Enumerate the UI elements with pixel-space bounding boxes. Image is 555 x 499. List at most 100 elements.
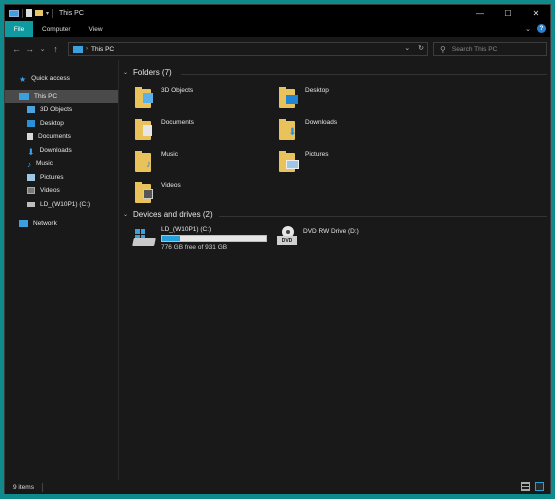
drive-usage-fill	[162, 236, 180, 241]
search-icon: ⚲	[440, 44, 446, 54]
tab-computer[interactable]: Computer	[33, 21, 80, 37]
music-icon: ♪	[146, 158, 151, 170]
maximize-button[interactable]: ☐	[494, 5, 522, 21]
drives-group-header[interactable]: ⌄ Devices and drives (2)	[123, 210, 213, 219]
search-input[interactable]: Search This PC	[452, 46, 497, 53]
folder-label: Videos	[161, 182, 181, 189]
folder-icon: ♪	[133, 149, 157, 173]
dvd-drive-icon: DVD	[277, 226, 299, 248]
documents-icon	[27, 133, 33, 140]
cube-icon	[27, 106, 35, 113]
address-actions: ⌄ ↻	[404, 44, 424, 52]
computer-icon[interactable]	[9, 9, 19, 17]
status-bar: 9 items	[5, 480, 550, 494]
view-switcher	[521, 482, 544, 491]
tab-view[interactable]: View	[80, 21, 112, 37]
folder-label: Desktop	[305, 87, 329, 94]
group-title: Folders (7)	[133, 68, 172, 77]
videos-icon	[143, 189, 153, 199]
sidebar-item-3d-objects[interactable]: 3D Objects	[5, 103, 118, 116]
network-icon	[19, 220, 28, 227]
folder-icon	[133, 117, 157, 141]
folder-3d-objects[interactable]: 3D Objects	[133, 85, 273, 113]
sidebar-item-local-disk[interactable]: LD_(W10P1) (C:)	[5, 198, 118, 211]
minimize-button[interactable]: —	[466, 5, 494, 21]
sidebar-item-label: Desktop	[40, 120, 64, 127]
drive-c[interactable]: LD_(W10P1) (C:) 776 GB free of 931 GB	[132, 226, 273, 252]
large-icons-view-icon[interactable]	[535, 482, 544, 491]
sidebar-item-desktop[interactable]: Desktop	[5, 117, 118, 130]
drive-label: LD_(W10P1) (C:)	[161, 226, 212, 233]
sidebar-item-downloads[interactable]: ⬇ Downloads	[5, 144, 118, 157]
close-button[interactable]: ✕	[522, 5, 550, 21]
folder-downloads[interactable]: ⬇ Downloads	[277, 117, 417, 145]
recent-locations-button[interactable]: ⌄	[37, 45, 48, 53]
group-title: Devices and drives (2)	[133, 210, 213, 219]
quick-access-toolbar: ▾	[5, 8, 54, 18]
drive-label: DVD RW Drive (D:)	[303, 228, 359, 235]
collapse-chevron-icon[interactable]: ⌄	[123, 69, 128, 76]
sidebar-item-label: Downloads	[39, 147, 72, 154]
sidebar-item-quick-access[interactable]: ★ Quick access	[5, 72, 118, 85]
navigation-pane: ★ Quick access This PC 3D Objects Deskto…	[5, 60, 118, 480]
search-box[interactable]: ⚲ Search This PC	[433, 42, 547, 56]
properties-icon[interactable]	[26, 9, 32, 17]
desktop-icon	[27, 120, 35, 127]
sidebar-item-this-pc[interactable]: This PC	[5, 90, 118, 103]
forward-button[interactable]: →	[24, 44, 35, 54]
title-bar: ▾ This PC — ☐ ✕	[5, 5, 550, 21]
navigation-bar: ← → ⌄ ↑ › This PC ⌄ ↻ ⚲ Search This PC	[5, 37, 550, 60]
download-icon: ⬇	[288, 126, 297, 138]
chevron-down-icon[interactable]: ⌄	[525, 25, 531, 33]
computer-icon	[73, 45, 83, 53]
tab-file[interactable]: File	[5, 21, 33, 37]
up-button[interactable]: ↑	[50, 44, 61, 54]
sidebar-item-label: This PC	[34, 93, 58, 100]
details-view-icon[interactable]	[521, 482, 530, 491]
sidebar-item-label: Quick access	[31, 75, 70, 82]
sidebar-item-label: Network	[33, 220, 57, 227]
breadcrumb-separator-icon[interactable]: ›	[86, 46, 88, 52]
content-area: ⌄ Folders (7) 3D Objects Desktop Documen…	[119, 60, 551, 480]
help-icon[interactable]: ?	[537, 24, 546, 33]
sidebar-item-label: Music	[36, 160, 53, 167]
sidebar-item-pictures[interactable]: Pictures	[5, 171, 118, 184]
refresh-icon[interactable]: ↻	[418, 44, 424, 52]
sidebar-item-music[interactable]: ♪ Music	[5, 157, 118, 170]
back-button[interactable]: ←	[11, 44, 22, 54]
sidebar-item-network[interactable]: Network	[5, 217, 118, 230]
folder-documents[interactable]: Documents	[133, 117, 273, 145]
explorer-window: ▾ This PC — ☐ ✕ File Computer View ⌄ ? ←…	[4, 4, 551, 494]
toolbar-divider	[22, 8, 23, 18]
sidebar-item-label: LD_(W10P1) (C:)	[40, 201, 91, 208]
drive-icon	[27, 202, 35, 207]
folder-videos[interactable]: Videos	[133, 180, 273, 208]
address-dropdown-icon[interactable]: ⌄	[404, 44, 410, 52]
folder-music[interactable]: ♪ Music	[133, 149, 273, 177]
group-divider	[181, 74, 547, 75]
folders-group-header[interactable]: ⌄ Folders (7)	[123, 68, 172, 77]
new-folder-icon[interactable]	[35, 10, 43, 16]
dvd-badge: DVD	[277, 236, 297, 245]
sidebar-item-label: Pictures	[40, 174, 64, 181]
folder-icon: ⬇	[277, 117, 301, 141]
drive-free-space: 776 GB free of 931 GB	[161, 244, 228, 251]
collapse-chevron-icon[interactable]: ⌄	[123, 211, 128, 218]
breadcrumb-this-pc[interactable]: This PC	[91, 46, 114, 53]
drive-d[interactable]: DVD DVD RW Drive (D:)	[277, 226, 417, 254]
folder-icon	[133, 180, 157, 204]
folder-label: Downloads	[305, 119, 338, 126]
ribbon-right: ⌄ ?	[525, 24, 546, 33]
folder-label: Pictures	[305, 151, 329, 158]
toolbar-divider	[52, 8, 54, 18]
drive-usage-bar	[161, 235, 267, 242]
group-divider	[219, 216, 547, 217]
folder-desktop[interactable]: Desktop	[277, 85, 417, 113]
sidebar-item-documents[interactable]: Documents	[5, 130, 118, 143]
customize-toolbar-icon[interactable]: ▾	[46, 10, 49, 17]
folder-pictures[interactable]: Pictures	[277, 149, 417, 177]
address-bar[interactable]: › This PC ⌄ ↻	[68, 42, 428, 56]
folder-label: 3D Objects	[161, 87, 194, 94]
sidebar-item-videos[interactable]: Videos	[5, 184, 118, 197]
sidebar-item-label: Videos	[40, 187, 60, 194]
